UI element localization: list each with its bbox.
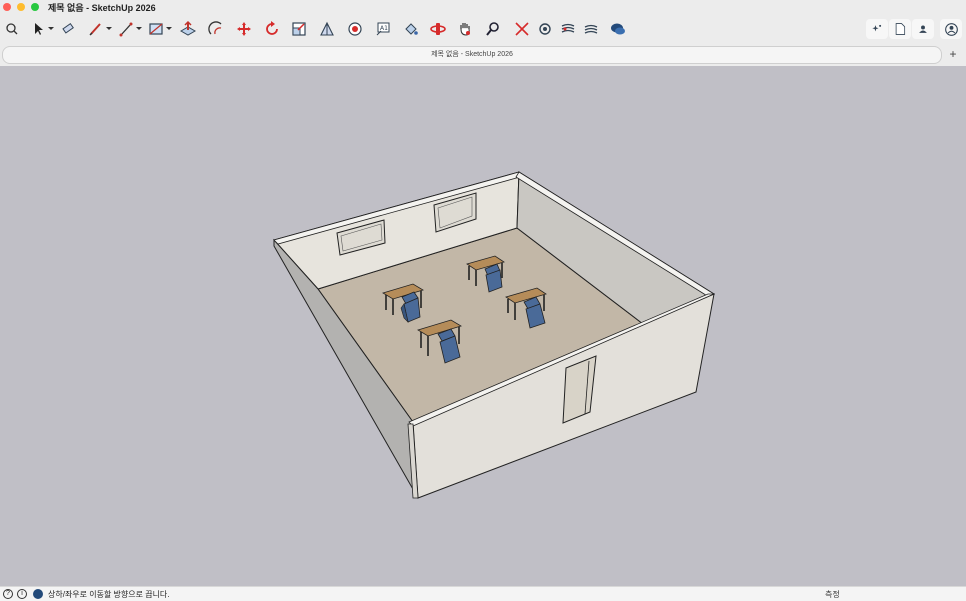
select-arrow-icon[interactable] [28, 19, 48, 39]
status-hint: 상하/좌우로 이동할 방향으로 끕니다. [48, 590, 170, 599]
offset-icon[interactable] [206, 19, 226, 39]
info-icon[interactable]: i [17, 589, 27, 599]
follow-me-icon[interactable] [317, 19, 337, 39]
push-pull-icon[interactable] [178, 19, 198, 39]
model-viewport[interactable] [0, 66, 966, 586]
rectangle-dropdown-icon[interactable] [166, 27, 172, 30]
main-toolbar: A1 [0, 14, 966, 44]
move-icon[interactable] [234, 19, 254, 39]
pencil-dropdown-icon[interactable] [106, 27, 112, 30]
user-status-icon[interactable] [33, 589, 43, 599]
svg-text:A1: A1 [380, 25, 388, 32]
paint-bucket-icon[interactable] [401, 19, 421, 39]
tape-measure-icon[interactable] [345, 19, 365, 39]
search-icon[interactable] [2, 19, 22, 39]
rectangle-icon[interactable] [146, 19, 166, 39]
eraser-icon[interactable] [58, 19, 78, 39]
rotate-icon[interactable] [262, 19, 282, 39]
orbit-icon[interactable] [428, 19, 448, 39]
pan-hand-icon[interactable] [455, 19, 475, 39]
ai-assistant-icon[interactable] [866, 19, 888, 39]
collaborators-icon[interactable] [912, 19, 934, 39]
room-model [273, 171, 716, 499]
add-tab-button[interactable]: + [946, 46, 960, 62]
geo-location-icon[interactable]: ? [3, 589, 13, 599]
styles-icon[interactable] [581, 19, 601, 39]
measurements-label: 측정 [825, 590, 840, 599]
select-dropdown-icon[interactable] [48, 27, 54, 30]
account-icon[interactable] [940, 19, 962, 39]
close-window-button[interactable] [3, 3, 11, 11]
text-icon[interactable]: A1 [373, 19, 393, 39]
scale-icon[interactable] [289, 19, 309, 39]
arc-line-icon[interactable] [116, 19, 136, 39]
minimize-window-button[interactable] [17, 3, 25, 11]
scene-icon[interactable] [558, 19, 578, 39]
document-tab[interactable]: 제목 없음 - SketchUp 2026 [2, 46, 942, 64]
zoom-window-button[interactable] [31, 3, 39, 11]
arc-dropdown-icon[interactable] [136, 27, 142, 30]
window-title: 제목 없음 - SketchUp 2026 [48, 3, 156, 13]
document-tab-bar: 제목 없음 - SketchUp 2026 + [0, 44, 966, 66]
zoom-extents-icon[interactable] [512, 19, 532, 39]
status-bar: ? i 상하/좌우로 이동할 방향으로 끕니다. 측정 [0, 586, 966, 601]
pencil-icon[interactable] [86, 19, 106, 39]
zoom-icon[interactable] [483, 19, 503, 39]
new-file-icon[interactable] [889, 19, 911, 39]
title-bar: 제목 없음 - SketchUp 2026 [0, 0, 966, 14]
section-plane-icon[interactable] [535, 19, 555, 39]
chat-bubbles-icon[interactable] [608, 19, 628, 39]
